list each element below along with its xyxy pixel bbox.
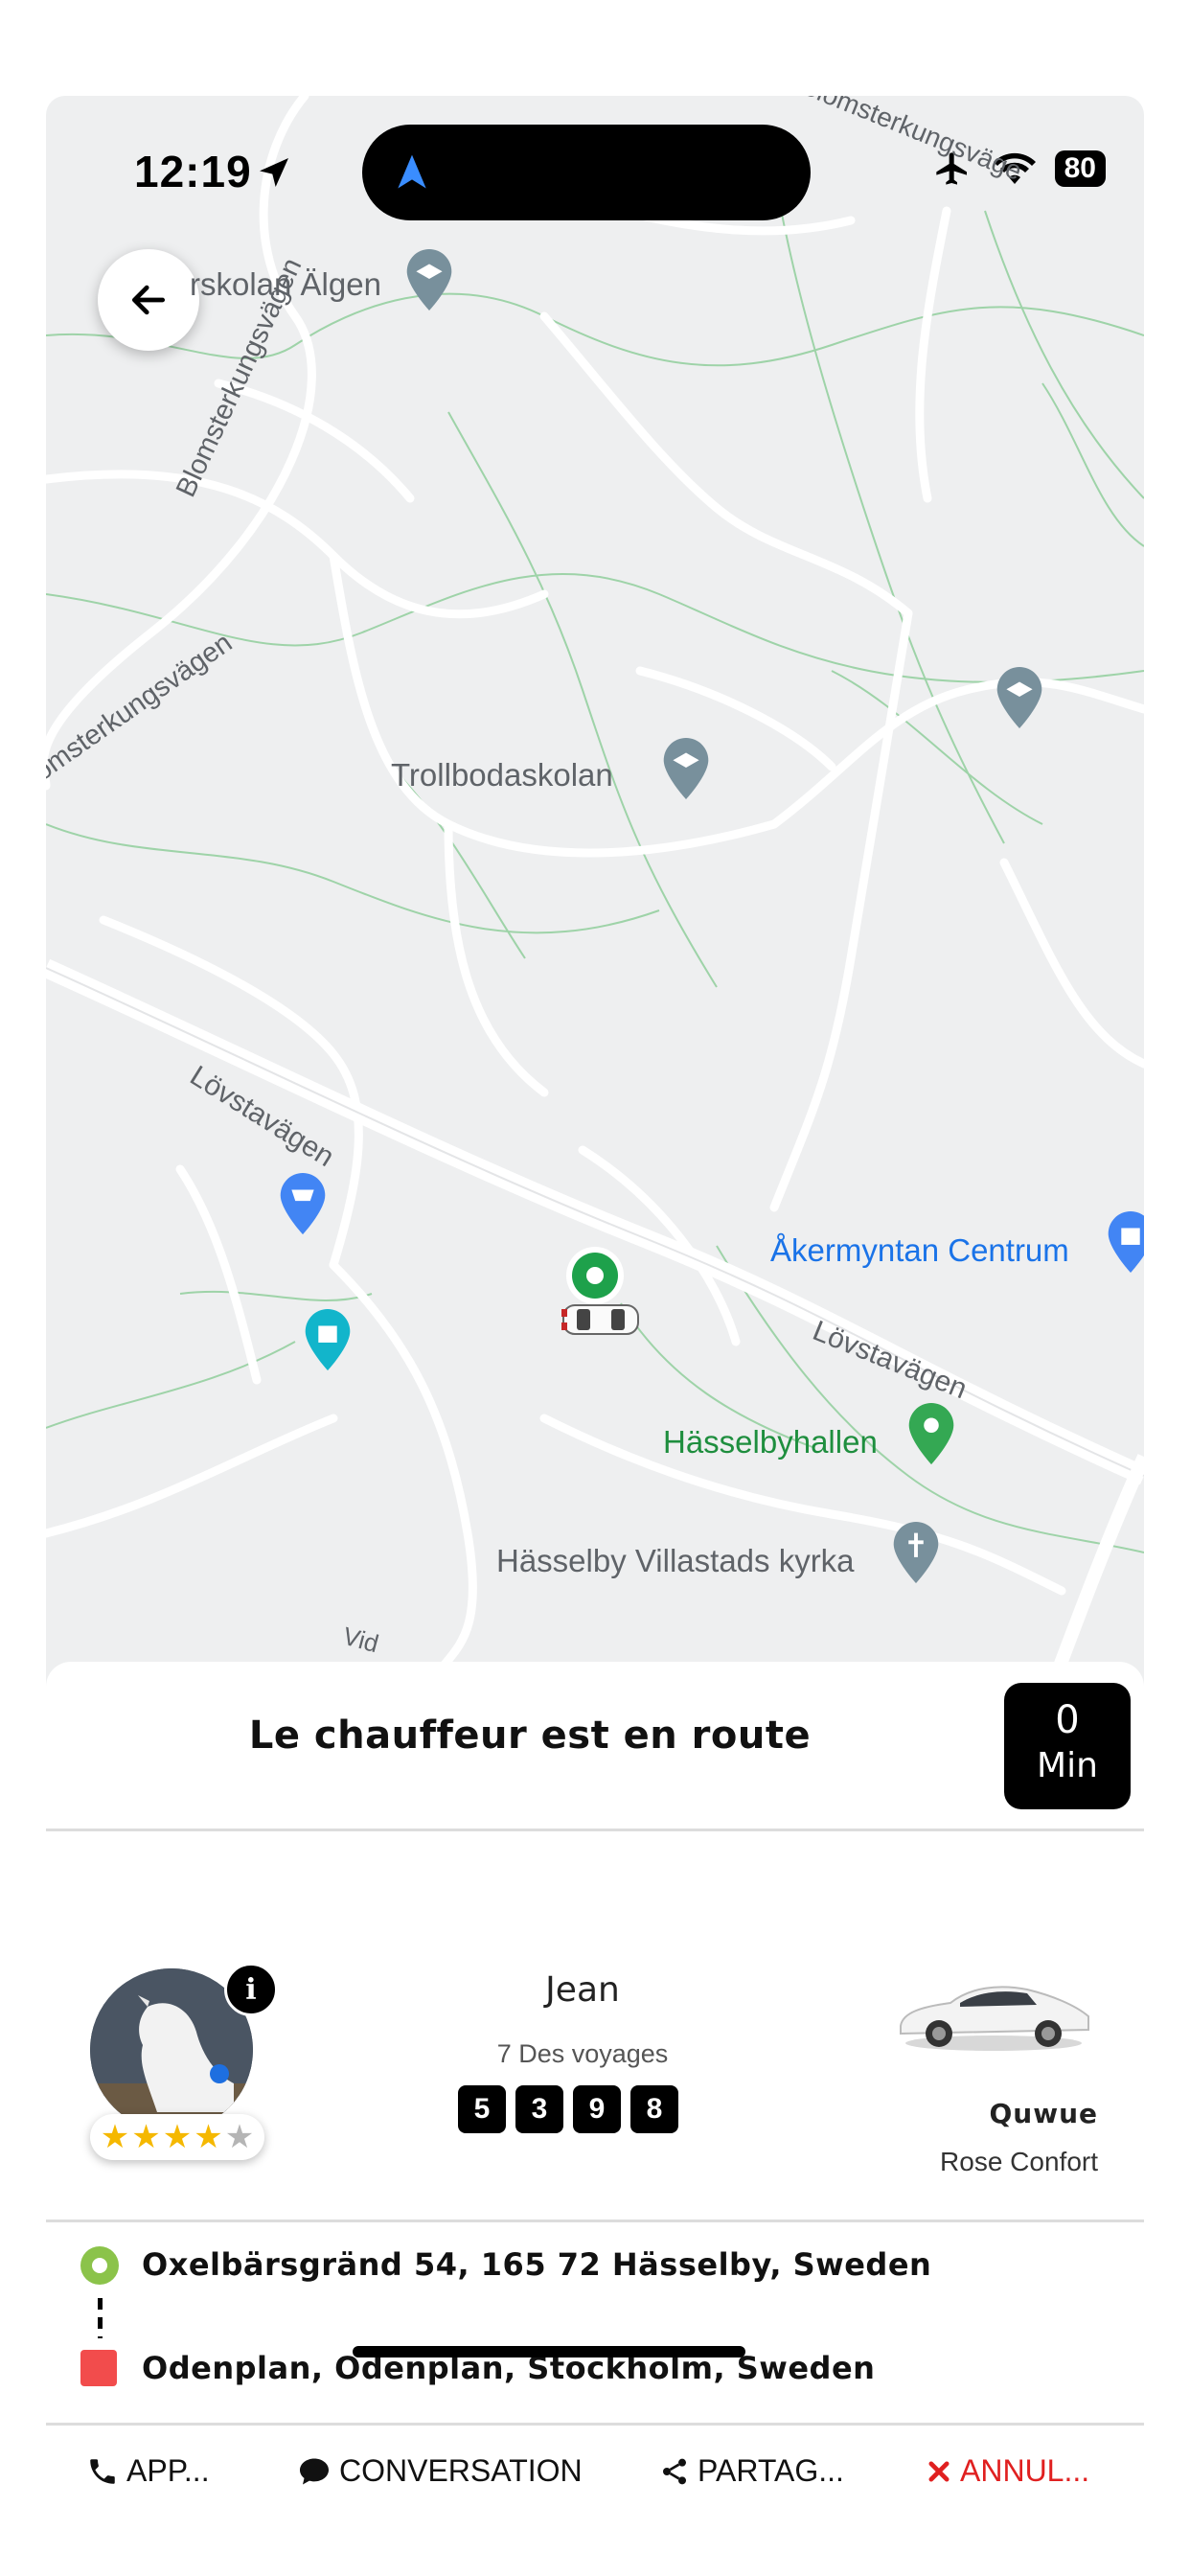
action-bar: APP... CONVERSATION PARTAG... ANNUL... bbox=[46, 2453, 1144, 2530]
route-connector bbox=[98, 2298, 103, 2338]
battery-indicator: 80 bbox=[1054, 150, 1106, 187]
plate-char: 9 bbox=[573, 2085, 621, 2133]
share-icon bbox=[663, 2458, 686, 2484]
vehicle-image bbox=[900, 1986, 1089, 2051]
map-label-trollbodaskolan: Trollbodaskolan bbox=[391, 757, 613, 793]
plate-char: 5 bbox=[458, 2085, 506, 2133]
map-roads bbox=[46, 96, 1144, 1687]
divider bbox=[46, 1828, 1144, 1831]
call-button[interactable]: APP... bbox=[86, 2453, 210, 2489]
star-icon: ★ bbox=[100, 2119, 130, 2155]
chat-label: CONVERSATION bbox=[339, 2453, 583, 2488]
shopping-cart-pin-icon bbox=[280, 1173, 326, 1235]
cancel-button[interactable]: ANNUL... bbox=[926, 2453, 1089, 2489]
dynamic-island bbox=[362, 125, 811, 220]
star-icon: ★ bbox=[162, 2119, 193, 2155]
map-label-kyrka: Hässelby Villastads kyrka bbox=[496, 1543, 855, 1578]
chat-bubble-icon bbox=[300, 2458, 329, 2484]
school-pin-icon bbox=[406, 249, 452, 311]
church-pin-icon bbox=[893, 1522, 939, 1584]
driver-info-button[interactable]: i bbox=[224, 1963, 278, 2016]
star-icon: ★ bbox=[131, 2119, 161, 2155]
status-time: 12:19 bbox=[134, 147, 252, 196]
license-plate: 5 3 9 8 bbox=[458, 2085, 678, 2133]
ride-status-row: Le chauffeur est en route 0 Min bbox=[46, 1662, 1144, 1828]
divider bbox=[46, 2423, 1144, 2426]
eta-badge: 0 Min bbox=[1004, 1683, 1131, 1809]
ride-status-title: Le chauffeur est en route bbox=[248, 1714, 812, 1758]
map-view[interactable]: 12:19 80 rskolan Älgen Blomsterkungsväge… bbox=[46, 96, 1144, 1687]
chat-button[interactable]: CONVERSATION bbox=[297, 2453, 583, 2489]
app-screen: 12:19 80 rskolan Älgen Blomsterkungsväge… bbox=[46, 96, 1144, 2488]
divider bbox=[46, 2220, 1144, 2222]
attraction-pin-icon bbox=[305, 1309, 351, 1371]
school-pin-icon bbox=[996, 667, 1042, 729]
home-indicator[interactable] bbox=[353, 2346, 745, 2358]
phone-icon bbox=[90, 2458, 115, 2484]
share-label: PARTAG... bbox=[698, 2453, 844, 2488]
park-pin-icon bbox=[908, 1403, 954, 1465]
dropoff-square-icon bbox=[80, 2350, 117, 2386]
map-label-hasselbyhallen: Hässelbyhallen bbox=[663, 1424, 878, 1460]
driver-trips: 7 Des voyages bbox=[496, 2039, 669, 2068]
driver-car-icon bbox=[561, 1304, 639, 1335]
cancel-label: ANNUL... bbox=[960, 2453, 1090, 2488]
share-button[interactable]: PARTAG... bbox=[659, 2453, 844, 2489]
vehicle-name: Quwue bbox=[989, 2098, 1098, 2129]
close-icon bbox=[928, 2461, 950, 2481]
arrow-left-icon bbox=[131, 285, 166, 315]
eta-unit: Min bbox=[1037, 1746, 1098, 1785]
eta-value: 0 bbox=[1055, 1698, 1080, 1742]
shopping-bag-pin-icon bbox=[1108, 1211, 1144, 1274]
call-label: APP... bbox=[126, 2453, 210, 2488]
plate-char: 3 bbox=[515, 2085, 563, 2133]
map-label-akermyntan: Åkermyntan Centrum bbox=[770, 1232, 1069, 1268]
plate-char: 8 bbox=[630, 2085, 678, 2133]
navigation-arrow-icon bbox=[398, 154, 426, 189]
school-pin-icon bbox=[663, 738, 709, 800]
vehicle-class: Rose Confort bbox=[940, 2147, 1098, 2176]
star-icon: ★ bbox=[194, 2119, 223, 2155]
pickup-dot-icon bbox=[80, 2246, 119, 2285]
driver-rating: ★ ★ ★ ★ ★ bbox=[90, 2114, 264, 2160]
star-empty-icon: ★ bbox=[224, 2119, 255, 2155]
driver-name: Jean bbox=[545, 1970, 620, 2010]
location-arrow-icon bbox=[260, 158, 288, 187]
pickup-address: Oxelbärsgränd 54, 165 72 Hässelby, Swede… bbox=[142, 2246, 932, 2283]
back-button[interactable] bbox=[98, 249, 199, 351]
